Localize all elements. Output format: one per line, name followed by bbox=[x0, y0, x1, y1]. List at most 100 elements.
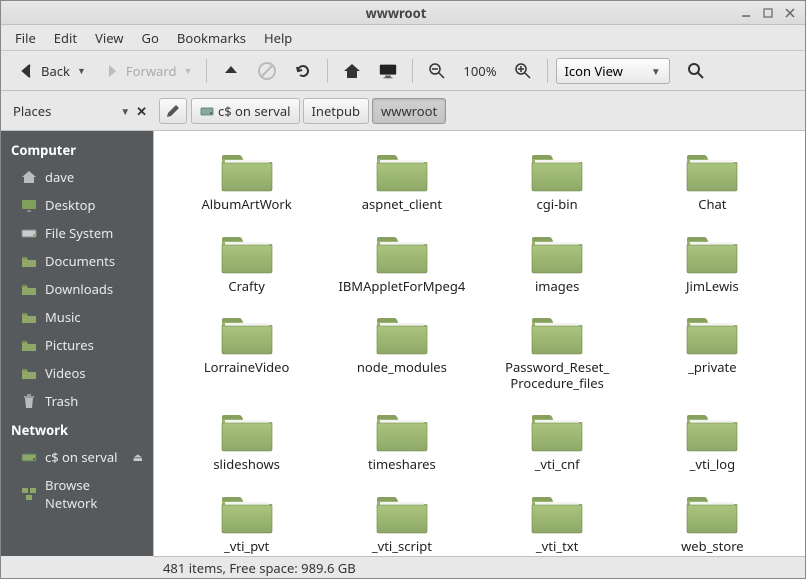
file-label: Chat bbox=[698, 197, 726, 213]
breadcrumb-0[interactable]: c$ on serval bbox=[191, 98, 300, 124]
folder-icon bbox=[684, 491, 740, 535]
menu-view[interactable]: View bbox=[87, 26, 131, 50]
status-text: 481 items, Free space: 989.6 GB bbox=[163, 559, 356, 577]
chevron-down-icon: ▼ bbox=[183, 64, 192, 77]
breadcrumb-2[interactable]: wwwroot bbox=[372, 98, 446, 124]
folder-item[interactable]: timeshares bbox=[329, 405, 474, 477]
stop-button[interactable] bbox=[251, 57, 283, 85]
file-label: AlbumArtWork bbox=[202, 197, 292, 213]
file-label: _​vti_​cnf bbox=[535, 457, 580, 473]
places-panel-header[interactable]: Places ▼ ✕ bbox=[5, 102, 155, 120]
zoom-in-button[interactable] bbox=[507, 57, 539, 85]
close-icon[interactable]: ✕ bbox=[136, 102, 147, 120]
eject-icon[interactable]: ⏏ bbox=[133, 450, 143, 465]
edit-path-button[interactable] bbox=[159, 98, 187, 124]
folder-item[interactable]: LorraineVideo bbox=[174, 308, 319, 395]
zoom-out-icon bbox=[427, 61, 447, 81]
folder-item[interactable]: node_​modules bbox=[329, 308, 474, 395]
desktop-icon bbox=[21, 197, 37, 213]
folder-icon bbox=[529, 491, 585, 535]
folder-item[interactable]: cgi-bin bbox=[485, 145, 630, 217]
folder-icon bbox=[21, 337, 37, 353]
up-button[interactable] bbox=[215, 57, 247, 85]
folder-item[interactable]: _​vti_​cnf bbox=[485, 405, 630, 477]
computer-button[interactable] bbox=[372, 57, 404, 85]
menu-go[interactable]: Go bbox=[134, 26, 167, 50]
close-button[interactable] bbox=[783, 6, 797, 20]
folder-item[interactable]: AlbumArtWork bbox=[174, 145, 319, 217]
folder-item[interactable]: JimLewis bbox=[640, 227, 785, 299]
window-title: wwwroot bbox=[61, 4, 731, 22]
folder-item[interactable]: web_​store bbox=[640, 487, 785, 556]
sidebar-item-file-system[interactable]: File System bbox=[1, 219, 153, 247]
folder-item[interactable]: slideshows bbox=[174, 405, 319, 477]
breadcrumb-1[interactable]: Inetpub bbox=[303, 98, 370, 124]
forward-button[interactable]: Forward ▼ bbox=[96, 57, 199, 85]
folder-icon bbox=[21, 309, 37, 325]
file-label: JimLewis bbox=[686, 279, 739, 295]
file-label: _​private bbox=[688, 360, 736, 376]
folder-icon bbox=[374, 312, 430, 356]
folder-icon bbox=[529, 149, 585, 193]
view-mode-select[interactable]: Icon View ▼ bbox=[556, 58, 670, 84]
reload-button[interactable] bbox=[287, 57, 319, 85]
folder-icon bbox=[219, 312, 275, 356]
folder-item[interactable]: _​vti_​pvt bbox=[174, 487, 319, 556]
sidebar-item-desktop[interactable]: Desktop bbox=[1, 191, 153, 219]
back-button[interactable]: Back ▼ bbox=[11, 57, 92, 85]
file-label: _​vti_​log bbox=[690, 457, 735, 473]
folder-item[interactable]: images bbox=[485, 227, 630, 299]
maximize-button[interactable] bbox=[761, 6, 775, 20]
view-mode-label: Icon View bbox=[565, 62, 623, 80]
breadcrumb-label: c$ on serval bbox=[218, 102, 291, 120]
menu-bookmarks[interactable]: Bookmarks bbox=[169, 26, 254, 50]
icon-grid: AlbumArtWork aspnet_​client cgi-bin Chat… bbox=[154, 131, 805, 556]
sidebar-item-dave[interactable]: dave bbox=[1, 163, 153, 191]
file-label: slideshows bbox=[213, 457, 280, 473]
folder-icon bbox=[684, 312, 740, 356]
menu-edit[interactable]: Edit bbox=[46, 26, 85, 50]
sidebar-item-videos[interactable]: Videos bbox=[1, 359, 153, 387]
menu-help[interactable]: Help bbox=[256, 26, 300, 50]
folder-item[interactable]: Chat bbox=[640, 145, 785, 217]
sidebar-item-downloads[interactable]: Downloads bbox=[1, 275, 153, 303]
sidebar-item-browse-network[interactable]: Browse Network bbox=[1, 471, 153, 517]
menu-file[interactable]: File bbox=[7, 26, 44, 50]
sidebar-item-label: Videos bbox=[45, 364, 86, 382]
chevron-down-icon: ▼ bbox=[77, 64, 86, 77]
sidebar-item-music[interactable]: Music bbox=[1, 303, 153, 331]
zoom-out-button[interactable] bbox=[421, 57, 453, 85]
minimize-button[interactable] bbox=[739, 6, 753, 20]
pathbar: Places ▼ ✕ c$ on serval Inetpub wwwroot bbox=[1, 91, 805, 131]
file-label: node_​modules bbox=[357, 360, 447, 376]
sidebar-item-c-on-serval[interactable]: c$ on serval⏏ bbox=[1, 443, 153, 471]
folder-item[interactable]: _​private bbox=[640, 308, 785, 395]
folder-item[interactable]: aspnet_​client bbox=[329, 145, 474, 217]
breadcrumb-label: wwwroot bbox=[381, 102, 437, 120]
search-button[interactable] bbox=[680, 57, 712, 85]
chevron-down-icon: ▼ bbox=[120, 104, 130, 118]
home-button[interactable] bbox=[336, 57, 368, 85]
file-label: cgi-bin bbox=[537, 197, 578, 213]
breadcrumbs: c$ on serval Inetpub wwwroot bbox=[191, 98, 446, 124]
sidebar-item-label: Downloads bbox=[45, 280, 113, 298]
menubar: FileEditViewGoBookmarksHelp bbox=[1, 25, 805, 51]
folder-item[interactable]: IBMAppletForMpeg4 bbox=[329, 227, 474, 299]
drive-icon bbox=[21, 225, 37, 241]
sidebar-item-pictures[interactable]: Pictures bbox=[1, 331, 153, 359]
folder-item[interactable]: _​vti_​log bbox=[640, 405, 785, 477]
sidebar-item-trash[interactable]: Trash bbox=[1, 387, 153, 415]
folder-item[interactable]: _​vti_​txt bbox=[485, 487, 630, 556]
content-area[interactable]: AlbumArtWork aspnet_​client cgi-bin Chat… bbox=[153, 131, 805, 556]
folder-icon bbox=[374, 409, 430, 453]
back-label: Back bbox=[41, 62, 70, 80]
breadcrumb-label: Inetpub bbox=[312, 102, 361, 120]
toolbar: Back ▼ Forward ▼ bbox=[1, 51, 805, 91]
folder-item[interactable]: _​vti_​script bbox=[329, 487, 474, 556]
folder-item[interactable]: Crafty bbox=[174, 227, 319, 299]
file-label: timeshares bbox=[368, 457, 436, 473]
sidebar-item-documents[interactable]: Documents bbox=[1, 247, 153, 275]
drive-icon bbox=[200, 105, 214, 117]
folder-item[interactable]: Password_​Reset_​Procedure_​files bbox=[485, 308, 630, 395]
folder-icon bbox=[684, 231, 740, 275]
